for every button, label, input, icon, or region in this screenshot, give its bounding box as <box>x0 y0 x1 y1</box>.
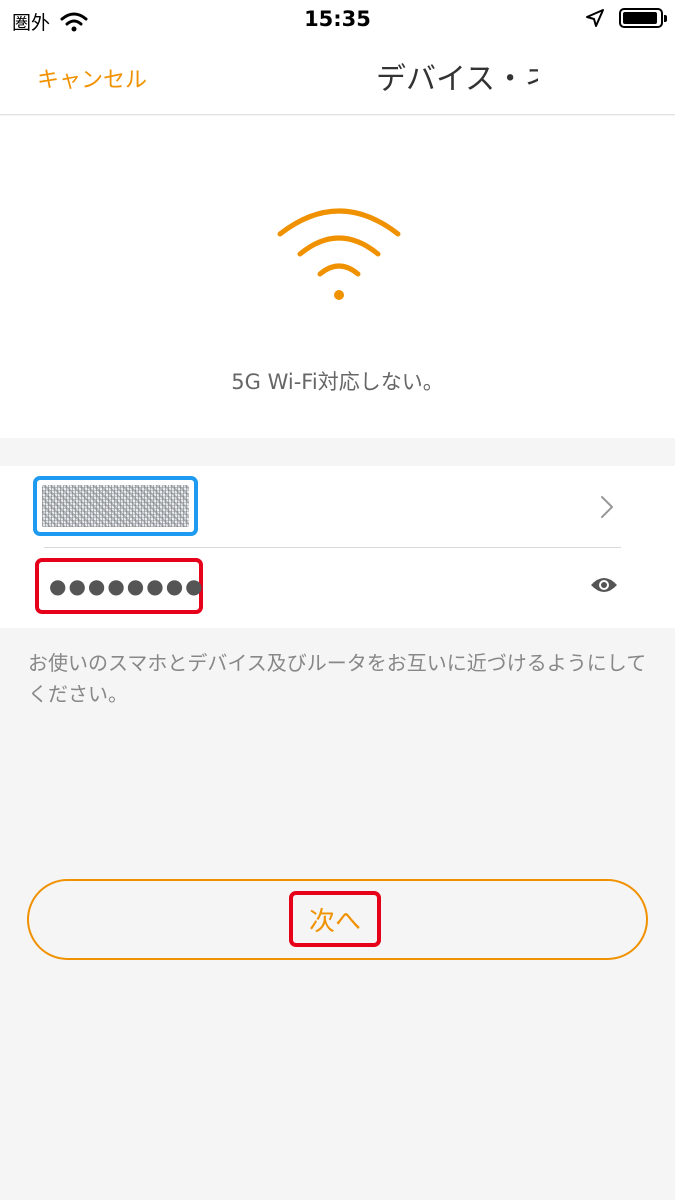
page-title: デバイス・ネ <box>376 62 538 97</box>
ssid-field[interactable] <box>33 476 198 536</box>
wifi-hero: 5G Wi-Fi対応しない。 <box>0 116 675 438</box>
next-button-label: 次へ <box>308 906 361 937</box>
status-right <box>585 8 667 28</box>
location-arrow-icon <box>586 9 604 27</box>
battery-icon <box>619 8 667 28</box>
status-time: 15:35 <box>304 7 371 31</box>
ssid-row[interactable] <box>0 466 675 547</box>
wifi-form: ●●●●●●●● <box>0 466 675 628</box>
chevron-right-icon[interactable] <box>600 495 614 519</box>
proximity-hint: お使いのスマホとデバイス及びルータをお互いに近づけるようにしてください。 <box>28 651 647 706</box>
battery-level <box>623 12 658 24</box>
cancel-button[interactable]: キャンセル <box>37 62 147 94</box>
status-bar: 圏外 15:35 <box>0 0 675 38</box>
eye-icon[interactable] <box>590 576 618 594</box>
wifi-icon <box>277 208 401 300</box>
next-button[interactable]: 次へ <box>27 879 648 960</box>
password-field[interactable]: ●●●●●●●● <box>35 558 203 614</box>
password-row: ●●●●●●●● <box>0 548 675 628</box>
wifi-5g-note: 5G Wi-Fi対応しない。 <box>231 370 444 394</box>
password-value[interactable]: ●●●●●●●● <box>49 574 203 598</box>
battery-cap <box>664 15 667 22</box>
ssid-value-redacted <box>42 485 189 527</box>
next-label-highlight: 次へ <box>289 891 381 947</box>
navigation-bar: キャンセル デバイス・ネ <box>0 38 675 115</box>
